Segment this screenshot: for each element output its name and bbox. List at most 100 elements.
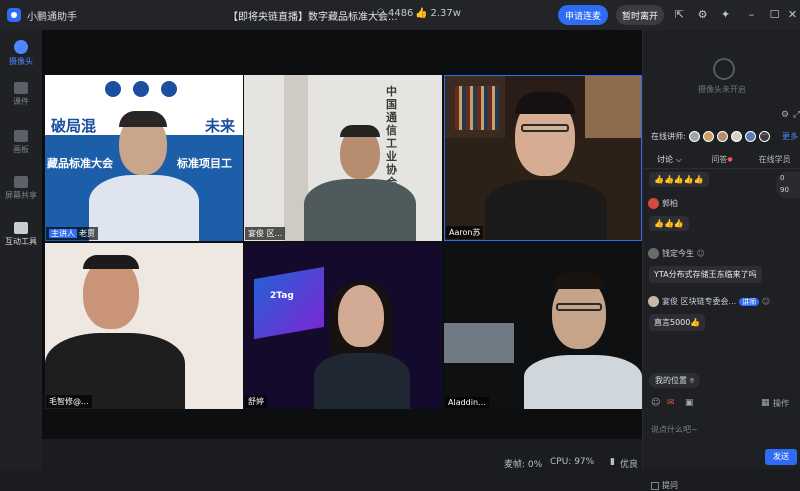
toolbox-icon bbox=[14, 222, 28, 234]
status-bar: 麦帧: 0% CPU: 97% ▮ 优良 bbox=[42, 455, 642, 470]
participant-name: Aaron苏 bbox=[446, 226, 484, 239]
image-icon[interactable]: ▣ bbox=[685, 398, 694, 408]
chip-label: 2Tag bbox=[270, 291, 294, 301]
banner-text-right: 未来 bbox=[205, 117, 236, 135]
video-tile-5[interactable]: 2Tag 舒婷 bbox=[244, 243, 442, 409]
cpu-usage: CPU: 97% bbox=[550, 457, 595, 467]
my-location-button[interactable]: 我的位置 ⌾ bbox=[649, 373, 701, 388]
chat-tabs: 讨论 ⌵ 问答● 在线学员 bbox=[643, 151, 800, 169]
app-logo-icon bbox=[7, 8, 21, 22]
gift-icon[interactable]: ✉ bbox=[667, 398, 675, 408]
chat-toolbar: ☺ ✉ ▣ ▦ 操作 bbox=[649, 398, 795, 412]
camera-settings-icon[interactable]: ⚙ bbox=[781, 110, 789, 120]
avatar[interactable] bbox=[716, 131, 728, 142]
video-tile-4[interactable]: 毛智修@... bbox=[45, 243, 243, 409]
viewer-count: ⚇ 4486 bbox=[376, 8, 414, 19]
sidebar-item-camera[interactable]: 摄像头 bbox=[0, 40, 42, 67]
share-icon[interactable]: ⇱ bbox=[673, 8, 686, 21]
avatar bbox=[648, 248, 659, 259]
online-lecturers: 在线讲师: ··· bbox=[651, 131, 770, 142]
left-sidebar: 摄像头 课件 画板 屏幕共享 互动工具 bbox=[0, 30, 42, 469]
checkbox-icon bbox=[651, 481, 659, 490]
apply-mic-button[interactable]: 申请连麦 bbox=[558, 5, 608, 25]
participant-name: 宴俊 区... bbox=[245, 227, 286, 240]
palette-icon bbox=[14, 130, 28, 142]
video-tile-2[interactable]: 中国通信工业协会区块链专业委 宴俊 区... bbox=[244, 75, 442, 241]
folder-icon bbox=[14, 82, 28, 94]
chat-input[interactable]: 说点什么吧~ bbox=[651, 424, 698, 435]
settings-icon[interactable]: ⚙ bbox=[696, 8, 709, 21]
location-pin-icon: ⌾ bbox=[689, 376, 695, 385]
logo-icon bbox=[105, 81, 121, 97]
monitor-icon bbox=[14, 176, 28, 188]
avatar[interactable] bbox=[730, 131, 742, 142]
logo-icon bbox=[133, 81, 149, 97]
leave-button[interactable]: 暂时离开 bbox=[616, 5, 664, 25]
operations-label[interactable]: 操作 bbox=[773, 398, 789, 409]
chat-message: 👍👍👍 bbox=[649, 216, 689, 231]
glasses bbox=[521, 124, 569, 132]
signal-icon: ▮ bbox=[610, 457, 615, 467]
chat-panel: 摄像头未开启 ⚙ ⤢ 在线讲师: ··· 更多 讨论 ⌵ 问答● 在线学员 👍👍… bbox=[642, 30, 800, 490]
title-bar: 小鹏通助手 【即将央链直播】数字藏品标准大会... ⚇ 4486 👍 2.37w 申… bbox=[0, 0, 800, 30]
meeting-title: 【即将央链直播】数字藏品标准大会... bbox=[228, 12, 398, 23]
person-body bbox=[314, 353, 410, 409]
camera-off-icon bbox=[713, 58, 735, 80]
operations-icon[interactable]: ▦ bbox=[761, 398, 770, 408]
person-body bbox=[485, 180, 607, 240]
person-body bbox=[524, 355, 642, 409]
logo-icon bbox=[161, 81, 177, 97]
banner-text-left: 破局混 bbox=[51, 117, 97, 135]
maximize-icon[interactable]: ☐ bbox=[768, 8, 781, 21]
sidebar-item-screen-share[interactable]: 屏幕共享 bbox=[0, 176, 42, 201]
sidebar-item-whiteboard[interactable]: 画板 bbox=[0, 130, 42, 155]
video-stage: 破局混 未来 藏品标准大会 标准项目工 主讲人老贾 中国通信工业协会区块链专业委… bbox=[42, 30, 642, 439]
avatar[interactable] bbox=[688, 131, 700, 142]
mic-level: 麦帧: 0% bbox=[504, 460, 543, 470]
more-avatars-icon[interactable]: ··· bbox=[758, 131, 770, 142]
smile-icon: ☺ bbox=[696, 249, 705, 258]
thumbs-up-icon: 👍 bbox=[415, 8, 428, 19]
participant-name: Aladdin... bbox=[445, 397, 489, 408]
person-body bbox=[304, 179, 416, 241]
chat-message: 👍👍👍👍👍 bbox=[649, 172, 709, 187]
camera-icon bbox=[14, 40, 28, 54]
banner-line: 藏品标准大会 bbox=[47, 157, 113, 170]
avatar[interactable] bbox=[702, 131, 714, 142]
floating-indicator[interactable]: 0 90 bbox=[776, 172, 800, 198]
expand-icon[interactable]: ⤢ bbox=[793, 110, 800, 120]
banner-line-2: 标准项目工 bbox=[177, 157, 232, 170]
network-quality: 优良 bbox=[620, 460, 639, 470]
smile-icon: ☺ bbox=[761, 297, 771, 306]
avatar bbox=[648, 198, 659, 209]
tab-online-students[interactable]: 在线学员 bbox=[748, 151, 800, 168]
pin-icon[interactable]: ✦ bbox=[719, 8, 732, 21]
video-tile-6[interactable]: Aladdin... bbox=[444, 243, 642, 409]
viewers-icon: ⚇ bbox=[376, 8, 385, 19]
sidebar-item-interactive-tools[interactable]: 互动工具 bbox=[0, 222, 42, 247]
sidebar-item-courseware[interactable]: 课件 bbox=[0, 82, 42, 107]
send-button[interactable]: 发送 bbox=[765, 449, 797, 465]
tab-discussion[interactable]: 讨论 ⌵ bbox=[643, 151, 696, 168]
minimize-icon[interactable]: – bbox=[745, 8, 758, 21]
ask-question-checkbox[interactable]: 提问 bbox=[651, 480, 678, 491]
bookshelf bbox=[455, 86, 499, 130]
emoji-icon[interactable]: ☺ bbox=[651, 398, 660, 408]
app-name: 小鹏通助手 bbox=[27, 11, 77, 23]
chat-sender: 郭柏 bbox=[648, 198, 678, 209]
participant-name: 毛智修@... bbox=[46, 395, 92, 408]
chat-sender: 宴俊 区块链专委会... 讲师 ☺ bbox=[648, 296, 770, 307]
camera-off-text: 摄像头未开启 bbox=[698, 85, 746, 94]
chat-message: YTA分布式存储王东临来了吗 bbox=[649, 266, 762, 283]
video-tile-host[interactable]: 破局混 未来 藏品标准大会 标准项目工 主讲人 老贾 bbox=[45, 75, 243, 241]
glasses bbox=[556, 303, 602, 311]
video-tile-3[interactable]: Aaron苏 bbox=[444, 75, 642, 241]
more-lecturers-link[interactable]: 更多 bbox=[782, 131, 798, 142]
close-icon[interactable]: ✕ bbox=[786, 8, 799, 21]
tab-qa[interactable]: 问答● bbox=[696, 151, 749, 168]
chip-graphic bbox=[254, 266, 324, 340]
chat-sender: 钱定今生 ☺ bbox=[648, 248, 705, 259]
avatar[interactable] bbox=[744, 131, 756, 142]
like-count: 👍 2.37w bbox=[415, 8, 461, 19]
avatar bbox=[648, 296, 659, 307]
